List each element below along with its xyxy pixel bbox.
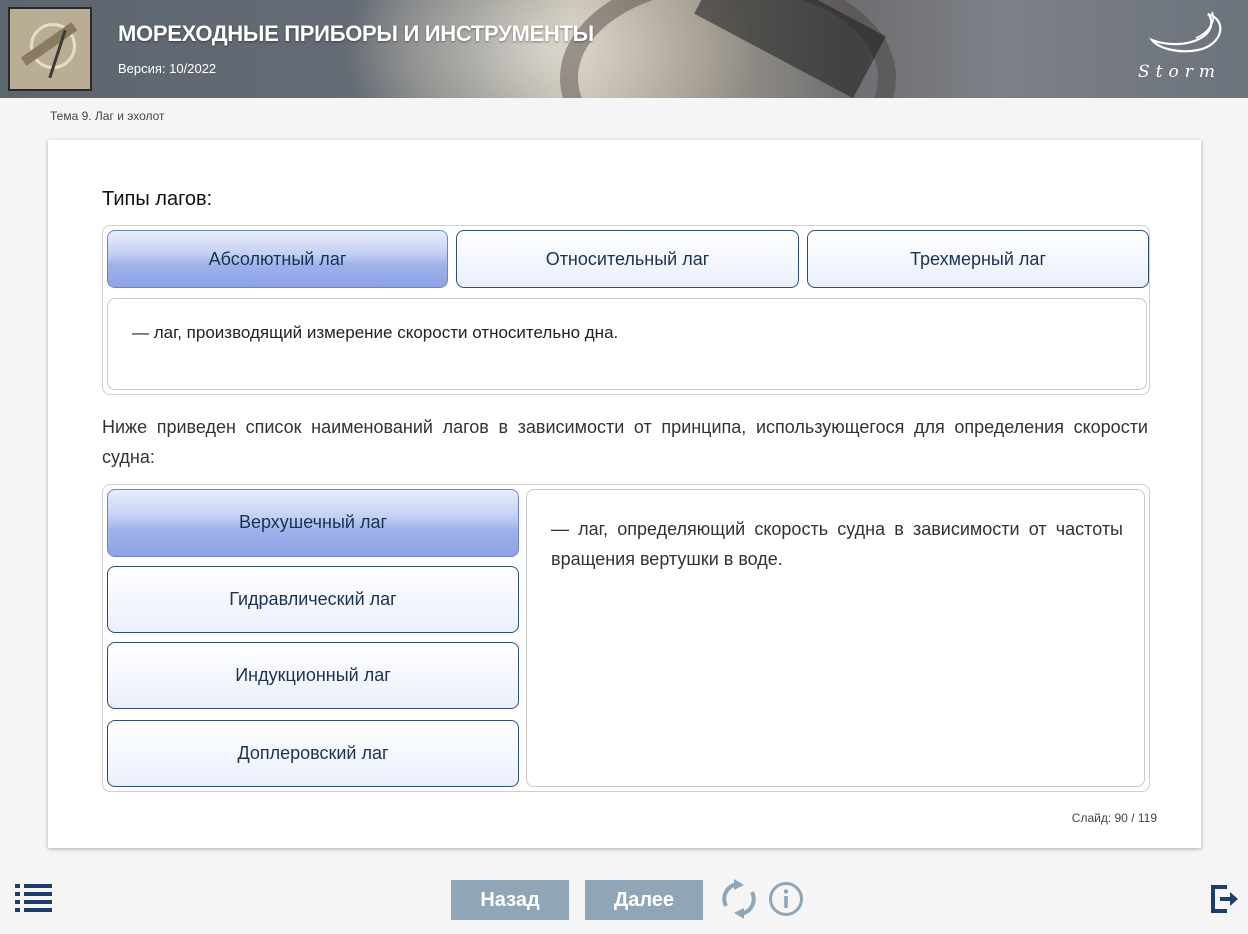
menu-icon[interactable] <box>14 882 54 912</box>
reload-icon[interactable] <box>720 879 758 919</box>
list-item-induction-lag[interactable]: Индукционный лаг <box>107 642 519 709</box>
storm-logo-text: Storm <box>1138 62 1221 82</box>
list-item-top-lag[interactable]: Верхушечный лаг <box>107 489 519 557</box>
course-title: МОРЕХОДНЫЕ ПРИБОРЫ И ИНСТРУМЕНТЫ <box>118 21 594 46</box>
course-thumbnail-image <box>8 7 92 91</box>
list-item-hydraulic-lag[interactable]: Гидравлический лаг <box>107 566 519 633</box>
info-icon[interactable] <box>768 881 804 917</box>
tab-description-panel: — лаг, производящий измерение скорости о… <box>107 298 1147 390</box>
breadcrumb: Тема 9. Лаг и эхолот <box>50 109 165 123</box>
storm-logo: Storm <box>1138 10 1238 90</box>
types-heading: Типы лагов: <box>102 188 213 210</box>
course-version: Версия: 10/2022 <box>118 61 217 76</box>
back-button[interactable]: Назад <box>451 880 569 920</box>
lag-types-tabs: Абсолютный лаг Относительный лаг Трехмер… <box>102 225 1150 395</box>
list-description-panel: — лаг, определяющий скорость судна в зав… <box>526 489 1145 787</box>
lag-principles-list: Верхушечный лаг Гидравлический лаг Индук… <box>102 484 1150 792</box>
slide-card: Типы лагов: Абсолютный лаг Относительный… <box>48 140 1201 848</box>
list-item-doppler-lag[interactable]: Доплеровский лаг <box>107 720 519 787</box>
exit-icon[interactable] <box>1209 884 1239 914</box>
lag-list-intro-paragraph: Ниже приведен список наименований лагов … <box>102 417 1148 467</box>
tab-absolute-lag[interactable]: Абсолютный лаг <box>107 230 448 288</box>
tab-3d-lag[interactable]: Трехмерный лаг <box>807 230 1149 288</box>
tab-description-text: — лаг, производящий измерение скорости о… <box>132 323 619 342</box>
list-description-text: — лаг, определяющий скорость судна в зав… <box>551 519 1123 569</box>
next-button[interactable]: Далее <box>585 880 703 920</box>
slide-counter: Слайд: 90 / 119 <box>1071 811 1157 825</box>
storm-logo-swirl-icon <box>1148 11 1222 53</box>
tab-relative-lag[interactable]: Относительный лаг <box>456 230 799 288</box>
course-header: МОРЕХОДНЫЕ ПРИБОРЫ И ИНСТРУМЕНТЫ Версия:… <box>0 0 1248 98</box>
